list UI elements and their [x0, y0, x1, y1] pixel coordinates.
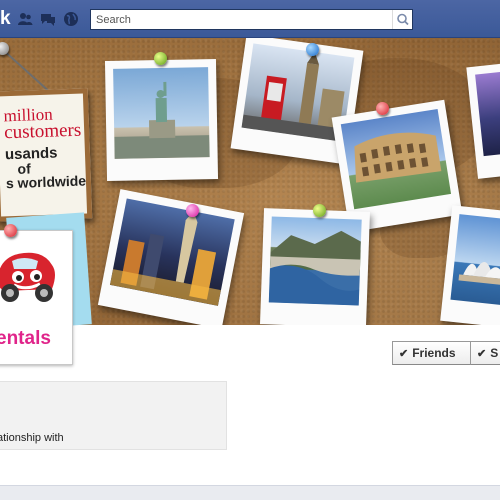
brand-name: entals: [0, 328, 51, 349]
new-york-night-image: [109, 211, 221, 306]
pin-icon: [4, 224, 17, 237]
friends-label: Friends: [412, 346, 456, 360]
info-line: ationship with: [0, 432, 64, 444]
friends-button[interactable]: ✔ Friends: [392, 341, 472, 365]
search-icon: [397, 13, 409, 26]
photo-statue-of-liberty: [104, 59, 219, 181]
sign-text: customers: [3, 119, 82, 144]
page: k Search million customers usands of s w…: [0, 0, 500, 500]
pin-icon: [313, 204, 326, 217]
pin-icon: [154, 52, 167, 65]
sign-text: s worldwide: [5, 172, 87, 192]
photo-new-york-night: [97, 189, 245, 325]
car-mascot-icon: [0, 252, 55, 302]
checkmark-icon: ✔: [399, 348, 409, 360]
statue-of-liberty-image: [114, 81, 210, 159]
about-info-box: t ationship with: [0, 381, 227, 450]
search-button[interactable]: [392, 10, 412, 29]
colosseum-image: [354, 132, 442, 183]
cape-town-image: [268, 230, 361, 306]
promo-sign: million customers usands of s worldwide: [0, 88, 93, 222]
subscribed-label: S: [490, 346, 499, 360]
pin-icon: [376, 102, 389, 115]
sydney-opera-house-image: [458, 261, 500, 287]
pin-icon: [186, 204, 199, 217]
top-bar: k: [0, 0, 500, 38]
search-box: [90, 9, 413, 30]
photo-cape-town: [260, 208, 370, 325]
profile-picture[interactable]: entals: [0, 230, 73, 365]
bottom-strip: [0, 485, 500, 500]
subscribed-button[interactable]: ✔ S: [470, 341, 500, 365]
friend-requests-icon[interactable]: [17, 11, 33, 27]
sign-text: usands: [4, 144, 58, 164]
notifications-globe-icon[interactable]: [63, 11, 79, 27]
site-logo[interactable]: k: [0, 8, 11, 30]
pin-icon: [306, 43, 319, 56]
checkmark-icon: ✔: [477, 348, 487, 360]
messages-icon[interactable]: [40, 11, 56, 27]
search-input[interactable]: [91, 10, 391, 29]
